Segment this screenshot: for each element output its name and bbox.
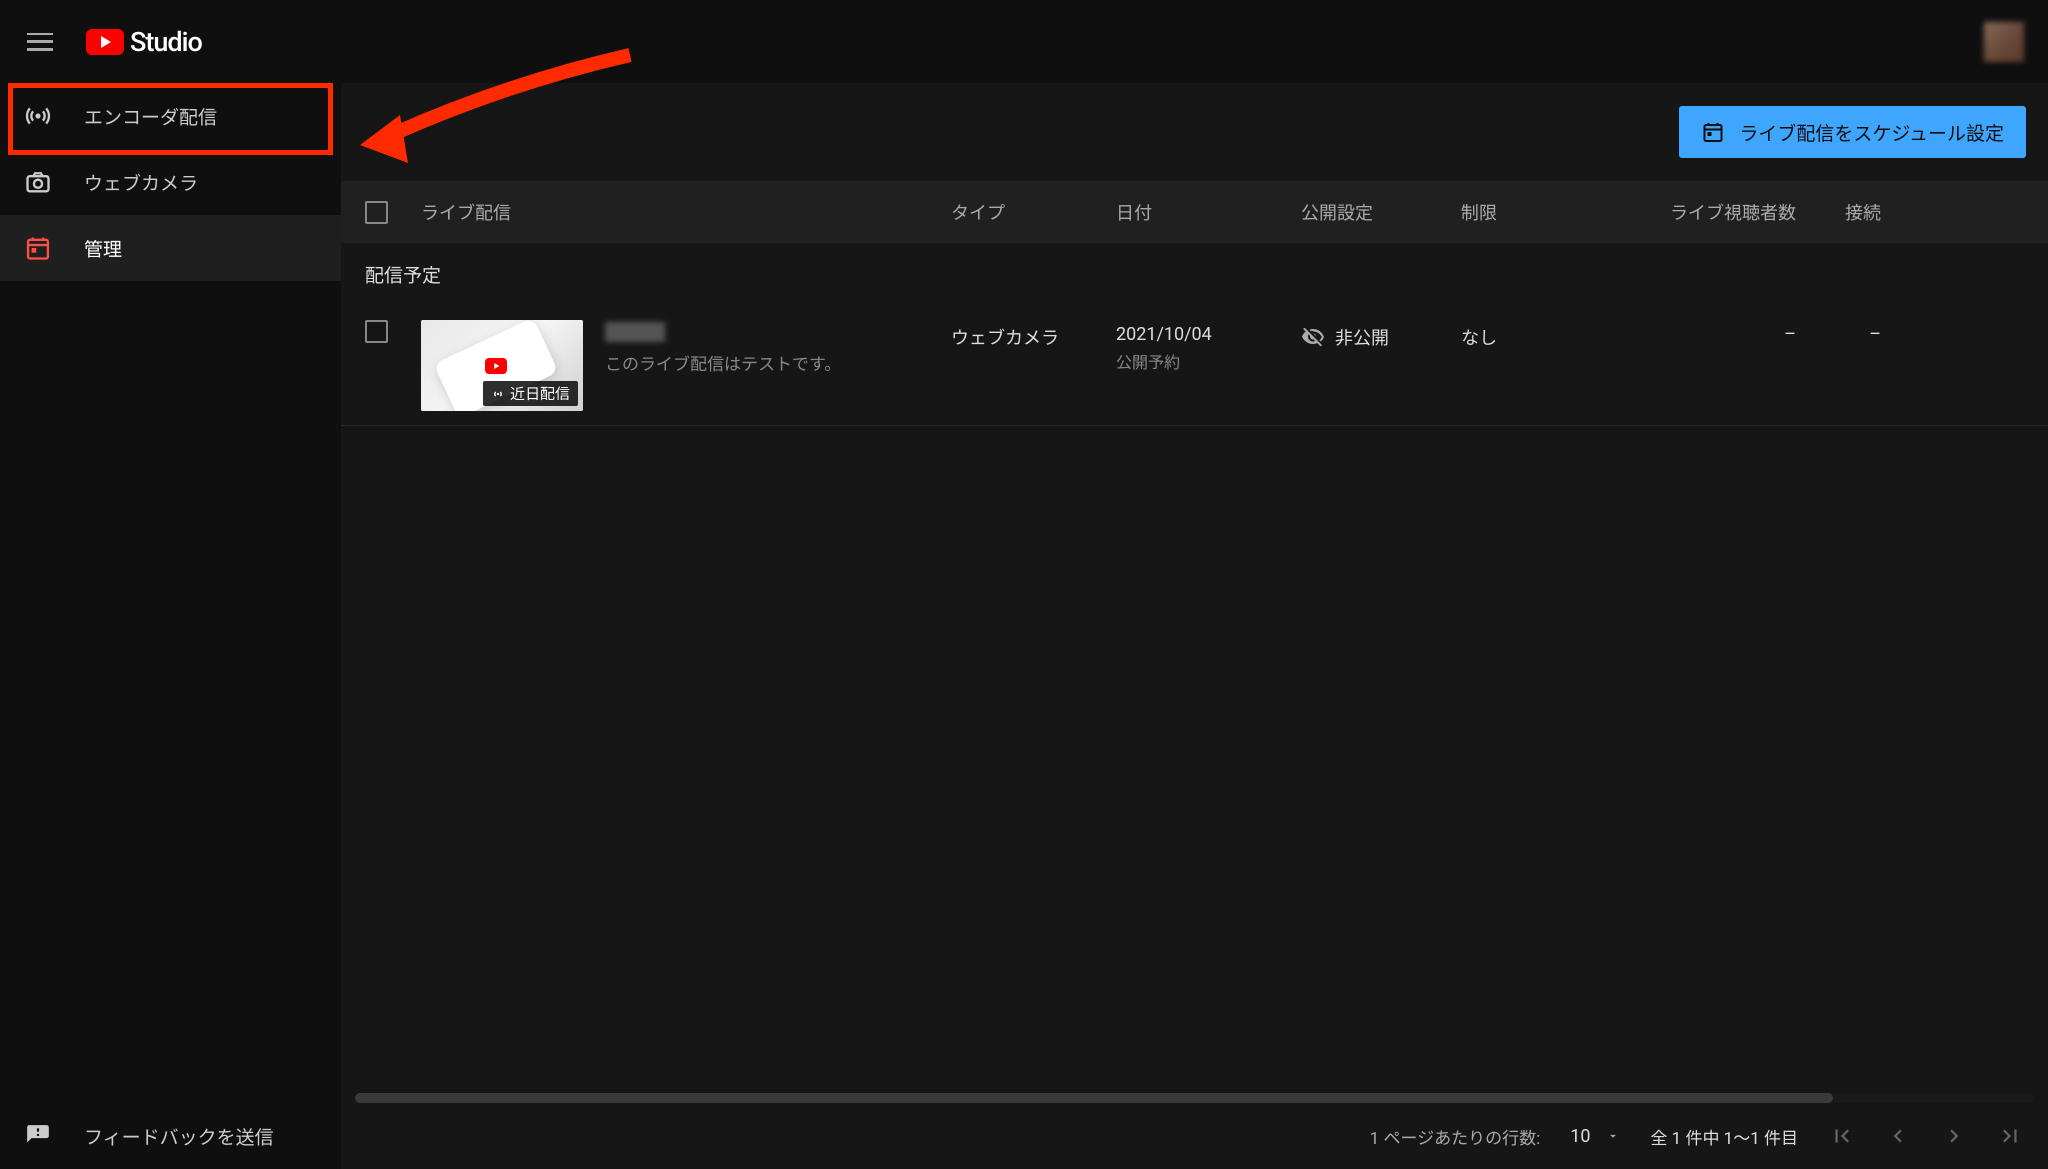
- schedule-live-button[interactable]: ライブ配信をスケジュール設定: [1679, 106, 2026, 158]
- main-content: ライブ配信をスケジュール設定 ライブ配信 タイプ 日付 公開設定 制限 ライブ視…: [341, 83, 2048, 1169]
- sidebar: エンコーダ配信 ウェブカメラ 管理 フィードバックを送信: [0, 83, 341, 1169]
- select-all-checkbox[interactable]: [365, 201, 388, 224]
- youtube-icon: [485, 358, 507, 374]
- cell-date: 2021/10/04 公開予約: [1116, 320, 1301, 373]
- logo-text: Studio: [130, 26, 202, 58]
- column-header-stream[interactable]: ライブ配信: [421, 199, 951, 225]
- broadcast-icon: [24, 102, 52, 130]
- feedback-icon: [24, 1122, 52, 1150]
- cell-connect: –: [1796, 320, 1881, 345]
- sidebar-item-label: ウェブカメラ: [84, 169, 198, 196]
- section-title: 配信予定: [341, 243, 2048, 306]
- hamburger-menu-button[interactable]: [24, 26, 56, 58]
- column-header-viewers[interactable]: ライブ視聴者数: [1626, 199, 1796, 225]
- page-range: 全 1 件中 1～1 件目: [1650, 1124, 1798, 1149]
- next-page-button[interactable]: [1940, 1122, 1968, 1150]
- visibility-off-icon: [1301, 325, 1325, 349]
- first-page-button[interactable]: [1828, 1122, 1856, 1150]
- chevron-down-icon: [1606, 1129, 1620, 1143]
- scrollbar-thumb[interactable]: [355, 1093, 1833, 1103]
- youtube-icon: [86, 29, 124, 55]
- column-header-connect[interactable]: 接続: [1796, 199, 1881, 225]
- hamburger-icon: [27, 33, 53, 51]
- stream-description: このライブ配信はテストです。: [605, 350, 951, 375]
- camera-icon: [24, 168, 52, 196]
- sidebar-item-encoder[interactable]: エンコーダ配信: [0, 83, 341, 149]
- row-checkbox[interactable]: [365, 320, 388, 343]
- calendar-icon: [24, 234, 52, 262]
- feedback-button[interactable]: フィードバックを送信: [0, 1103, 341, 1169]
- stream-title-blurred: [605, 322, 665, 342]
- calendar-icon: [1701, 120, 1725, 144]
- column-header-restrict[interactable]: 制限: [1461, 199, 1626, 225]
- sidebar-item-label: 管理: [84, 235, 122, 262]
- cell-type: ウェブカメラ: [951, 320, 1116, 350]
- table-row[interactable]: 近日配信 このライブ配信はテストです。 ウェブカメラ 2021/10/04 公開…: [341, 306, 2048, 426]
- table-header: ライブ配信 タイプ 日付 公開設定 制限 ライブ視聴者数 接続: [341, 181, 2048, 243]
- sidebar-item-label: エンコーダ配信: [84, 103, 217, 130]
- app-header: Studio: [0, 0, 2048, 83]
- avatar[interactable]: [1984, 22, 2024, 62]
- horizontal-scrollbar[interactable]: [355, 1093, 2034, 1103]
- thumbnail-badge: 近日配信: [483, 381, 578, 406]
- cell-restrict: なし: [1461, 320, 1626, 350]
- schedule-button-label: ライブ配信をスケジュール設定: [1739, 119, 2004, 146]
- cell-visibility: 非公開: [1301, 320, 1461, 350]
- column-header-visibility[interactable]: 公開設定: [1301, 199, 1461, 225]
- topbar: ライブ配信をスケジュール設定: [341, 83, 2048, 181]
- column-header-date[interactable]: 日付: [1116, 199, 1301, 225]
- sidebar-item-manage[interactable]: 管理: [0, 215, 341, 281]
- last-page-button[interactable]: [1996, 1122, 2024, 1150]
- prev-page-button[interactable]: [1884, 1122, 1912, 1150]
- sidebar-item-webcam[interactable]: ウェブカメラ: [0, 149, 341, 215]
- cell-viewers: –: [1626, 320, 1796, 345]
- feedback-label: フィードバックを送信: [84, 1123, 274, 1150]
- column-header-type[interactable]: タイプ: [951, 199, 1116, 225]
- pagination: 1 ページあたりの行数: 10 全 1 件中 1～1 件目: [341, 1103, 2048, 1169]
- rows-per-page-select[interactable]: 10: [1570, 1126, 1620, 1147]
- logo[interactable]: Studio: [86, 26, 202, 58]
- stream-thumbnail[interactable]: 近日配信: [421, 320, 583, 411]
- rows-per-page-label: 1 ページあたりの行数:: [1370, 1124, 1541, 1149]
